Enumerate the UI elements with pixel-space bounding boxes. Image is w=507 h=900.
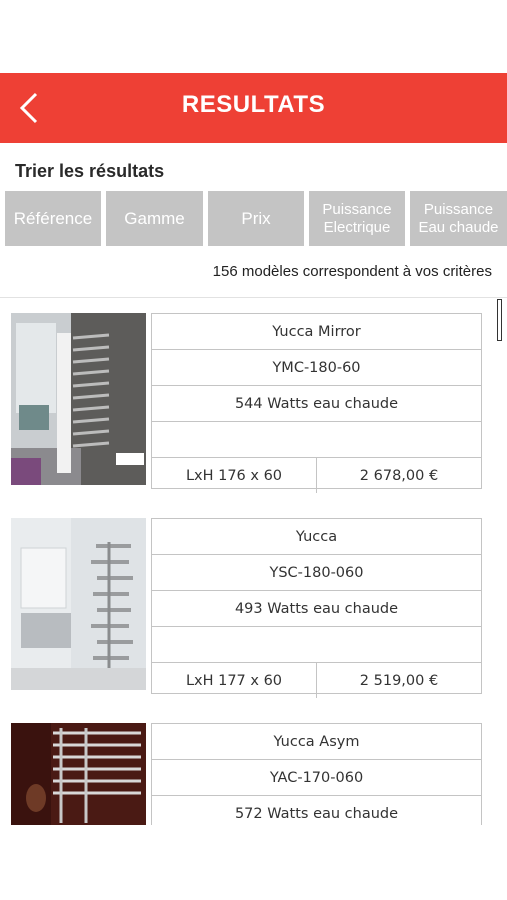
results-screen: RESULTATS Trier les résultats Référence … bbox=[0, 73, 507, 825]
product-card[interactable]: Yucca Mirror YMC-180-60 544 Watts eau ch… bbox=[11, 313, 482, 493]
sort-puissance-electrique-line1: Puissance bbox=[322, 200, 392, 218]
sort-puissance-electrique-line2: Electrique bbox=[323, 218, 391, 236]
product-card[interactable]: Yucca YSC-180-060 493 Watts eau chaude L… bbox=[11, 518, 482, 698]
results-count: 156 modèles correspondent à vos critères bbox=[212, 263, 492, 280]
product-dimensions: LxH 176 x 60 bbox=[152, 458, 317, 493]
product-reference: YAC-170-060 bbox=[152, 760, 481, 796]
product-extra bbox=[152, 422, 481, 458]
product-power: 572 Watts eau chaude bbox=[152, 796, 481, 825]
product-details: Yucca YSC-180-060 493 Watts eau chaude L… bbox=[151, 518, 482, 698]
product-dims-price-row: LxH 176 x 60 2 678,00 € bbox=[152, 458, 481, 493]
product-price: 2 519,00 € bbox=[359, 672, 439, 689]
product-reference: YMC-180-60 bbox=[152, 350, 481, 386]
product-card[interactable]: Yucca Asym YAC-170-060 572 Watts eau cha… bbox=[11, 723, 482, 825]
sort-puissance-electrique-button[interactable]: Puissance Electrique bbox=[309, 191, 405, 246]
scrollbar-thumb[interactable] bbox=[497, 299, 502, 341]
page-title: RESULTATS bbox=[181, 91, 326, 118]
scrollbar[interactable] bbox=[495, 297, 503, 825]
product-image bbox=[11, 723, 146, 825]
product-power: 493 Watts eau chaude bbox=[152, 591, 481, 627]
product-image bbox=[11, 518, 146, 690]
product-extra bbox=[152, 627, 481, 663]
sort-label: Trier les résultats bbox=[15, 161, 165, 181]
sort-gamme-button[interactable]: Gamme bbox=[106, 191, 203, 246]
product-details: Yucca Asym YAC-170-060 572 Watts eau cha… bbox=[151, 723, 482, 825]
sort-gamme-label: Gamme bbox=[124, 208, 185, 228]
product-price: 2 678,00 € bbox=[359, 467, 439, 484]
sort-puissance-eau-chaude-line2: Eau chaude bbox=[418, 218, 499, 236]
product-dims-price-row: LxH 177 x 60 2 519,00 € bbox=[152, 663, 481, 698]
sort-puissance-eau-chaude-line1: Puissance bbox=[423, 200, 494, 218]
sort-prix-button[interactable]: Prix bbox=[208, 191, 304, 246]
sort-puissance-electrique-label: Puissance Electrique bbox=[322, 201, 391, 237]
product-dimensions: LxH 177 x 60 bbox=[152, 663, 317, 698]
divider bbox=[0, 297, 507, 298]
product-name: Yucca Asym bbox=[152, 724, 481, 760]
product-name: Yucca Mirror bbox=[152, 314, 481, 350]
product-name: Yucca bbox=[152, 519, 481, 555]
sort-puissance-eau-chaude-button[interactable]: Puissance Eau chaude bbox=[410, 191, 507, 246]
product-image bbox=[11, 313, 146, 485]
sort-reference-label: Référence bbox=[13, 208, 93, 228]
product-details: Yucca Mirror YMC-180-60 544 Watts eau ch… bbox=[151, 313, 482, 493]
sort-puissance-eau-chaude-label: Puissance Eau chaude bbox=[418, 201, 498, 237]
app-header: RESULTATS bbox=[0, 73, 507, 143]
product-reference: YSC-180-060 bbox=[152, 555, 481, 591]
sort-bar: Référence Gamme Prix Puissance Electriqu… bbox=[5, 191, 507, 246]
sort-reference-button[interactable]: Référence bbox=[5, 191, 101, 246]
sort-prix-label: Prix bbox=[241, 208, 271, 228]
product-power: 544 Watts eau chaude bbox=[152, 386, 481, 422]
